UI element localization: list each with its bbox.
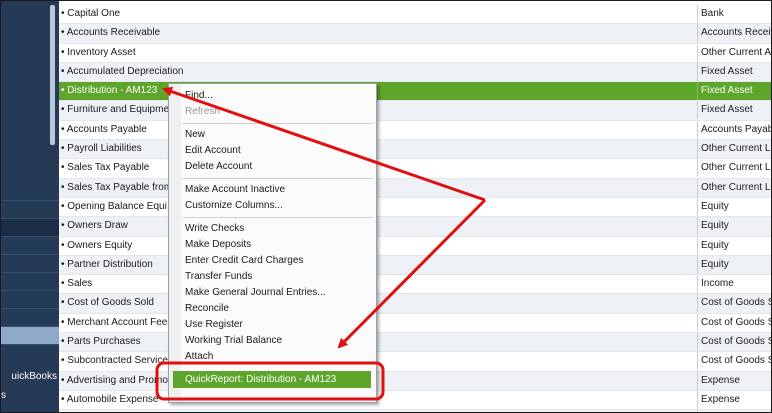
annotation-overlay: [155, 86, 487, 401]
annotation-highlight-box: [155, 361, 385, 401]
annotation-arrow-to-account: [162, 86, 486, 202]
annotation-arrow-to-quickreport: [337, 198, 487, 349]
chart-of-accounts-window: uickBooks s • Capital One Bank • Accounts …: [0, 0, 772, 413]
